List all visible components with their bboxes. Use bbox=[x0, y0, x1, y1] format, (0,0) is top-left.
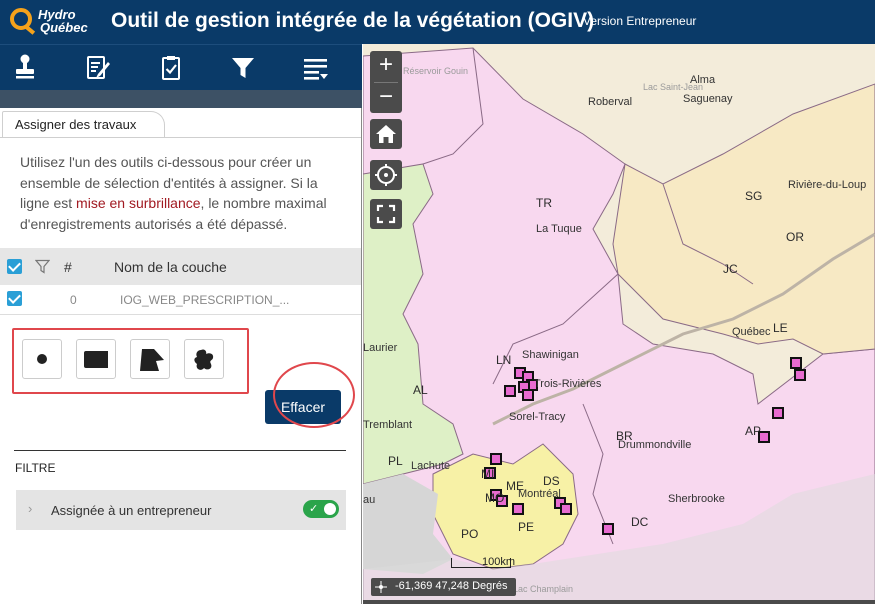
region-label: AP bbox=[745, 424, 762, 438]
city-label: Québec bbox=[732, 326, 771, 338]
rectangle-icon bbox=[84, 351, 108, 368]
toggle-annotation-circle bbox=[273, 362, 355, 428]
filter-heading: FILTRE bbox=[15, 461, 56, 475]
city-label: Rivière-du-Loup bbox=[788, 179, 867, 191]
city-label: au bbox=[363, 494, 376, 506]
funnel-icon[interactable] bbox=[34, 259, 51, 279]
map-bottom-bar bbox=[363, 600, 875, 604]
toolbar-separator bbox=[0, 90, 362, 108]
region-label: DC bbox=[631, 515, 649, 529]
city-label: Laurier bbox=[363, 342, 398, 354]
region-label: SG bbox=[745, 189, 763, 203]
table-row[interactable]: 0 IOG_WEB_PRESCRIPTION_... bbox=[0, 285, 361, 315]
app-version: Version Entrepreneur bbox=[583, 14, 697, 28]
tab-assigner-des-travaux[interactable]: Assigner des travaux bbox=[2, 111, 166, 138]
rectangle-tool[interactable] bbox=[76, 339, 116, 379]
region-label: DS bbox=[543, 474, 560, 488]
row-count: 0 bbox=[70, 293, 77, 307]
assign-panel: Assigner des travaux Utilisez l'un des o… bbox=[0, 108, 362, 604]
region-label: PL bbox=[388, 454, 403, 468]
point-tool[interactable] bbox=[22, 339, 62, 379]
logo-text-line2: Québec bbox=[40, 20, 88, 35]
selection-tools-group bbox=[12, 328, 249, 394]
region-label: OR bbox=[786, 230, 804, 244]
region-label: JC bbox=[723, 262, 738, 276]
point-icon bbox=[37, 354, 47, 364]
city-label: Lachute bbox=[411, 460, 451, 472]
freehand-icon bbox=[194, 349, 214, 370]
list-menu-icon[interactable] bbox=[301, 53, 331, 83]
assigned-toggle[interactable]: ✓ bbox=[303, 500, 339, 518]
city-label: Montréal bbox=[518, 488, 561, 500]
crosshair-icon[interactable] bbox=[375, 581, 387, 593]
section-divider bbox=[14, 450, 346, 451]
city-label: Trois-Rivières bbox=[534, 378, 602, 390]
toggle-knob bbox=[324, 503, 336, 515]
zoom-controls: + − bbox=[370, 51, 402, 113]
fullscreen-icon bbox=[376, 204, 396, 224]
clipboard-check-icon[interactable] bbox=[156, 53, 186, 83]
locate-icon bbox=[375, 164, 397, 186]
coordinate-readout: -61,369 47,248 Degrés bbox=[371, 578, 516, 596]
region-label: LE bbox=[773, 321, 788, 335]
water-label: Réservoir Gouin bbox=[403, 66, 469, 76]
instructions-highlight: mise en surbrillance bbox=[76, 195, 201, 211]
freehand-tool[interactable] bbox=[184, 339, 224, 379]
hydro-quebec-logo: Hydro Québec bbox=[10, 6, 105, 38]
region-label: AL bbox=[413, 383, 428, 397]
polygon-tool[interactable] bbox=[130, 339, 170, 379]
select-all-checkbox[interactable] bbox=[7, 259, 22, 274]
coordinate-text: -61,369 47,248 Degrés bbox=[395, 580, 508, 592]
instructions-text: Utilisez l'un des outils ci-dessous pour… bbox=[20, 152, 350, 234]
fullscreen-button[interactable] bbox=[370, 199, 402, 229]
row-layer-name: IOG_WEB_PRESCRIPTION_... bbox=[120, 293, 290, 307]
filter-label: Assignée à un entrepreneur bbox=[51, 503, 212, 518]
region-label: MI bbox=[481, 467, 495, 481]
region-label: TR bbox=[536, 196, 552, 210]
app-header: Hydro Québec Outil de gestion intégrée d… bbox=[0, 0, 875, 44]
water-label: Lac Champlain bbox=[513, 584, 574, 594]
filter-row-assigned[interactable]: › Assignée à un entrepreneur ✓ bbox=[16, 490, 346, 530]
filter-icon[interactable] bbox=[228, 53, 258, 83]
app-title: Outil de gestion intégrée de la végétati… bbox=[111, 9, 595, 32]
edit-document-icon[interactable] bbox=[83, 53, 113, 83]
city-label: Saguenay bbox=[683, 93, 733, 105]
home-button[interactable] bbox=[370, 119, 402, 149]
scale-label: 100km bbox=[482, 556, 516, 568]
city-label: Roberval bbox=[588, 96, 633, 108]
check-icon: ✓ bbox=[309, 503, 319, 515]
chevron-right-icon[interactable]: › bbox=[28, 501, 32, 516]
region-label: MO bbox=[485, 491, 505, 505]
row-checkbox[interactable] bbox=[7, 291, 22, 306]
map-view[interactable]: Alma Roberval Saguenay La Tuque Rivière-… bbox=[363, 44, 875, 604]
locate-button[interactable] bbox=[370, 160, 402, 190]
city-label: Shawinigan bbox=[522, 349, 579, 361]
city-label: Sherbrooke bbox=[668, 493, 725, 505]
stamp-icon[interactable] bbox=[10, 53, 40, 83]
map-basemap bbox=[363, 47, 875, 604]
region-label: BR bbox=[616, 429, 633, 443]
city-label: La Tuque bbox=[536, 223, 582, 235]
region-label: PE bbox=[518, 520, 535, 534]
water-label: Lac Saint-Jean bbox=[643, 82, 704, 92]
column-count: # bbox=[64, 259, 72, 275]
region-label: ME bbox=[506, 479, 524, 493]
city-label: Tremblant bbox=[363, 419, 413, 431]
city-label: Sorel-Tracy bbox=[509, 411, 566, 423]
home-icon bbox=[376, 125, 396, 143]
zoom-in-button[interactable]: + bbox=[370, 51, 402, 81]
region-label: PO bbox=[461, 527, 479, 541]
logo-mark bbox=[10, 8, 32, 30]
polygon-icon bbox=[140, 349, 164, 371]
zoom-out-button[interactable]: − bbox=[370, 83, 402, 113]
main-toolbar bbox=[0, 44, 362, 90]
layer-table-header: # Nom de la couche bbox=[0, 248, 361, 285]
column-layer-name: Nom de la couche bbox=[114, 259, 227, 275]
region-label: LN bbox=[496, 353, 512, 367]
